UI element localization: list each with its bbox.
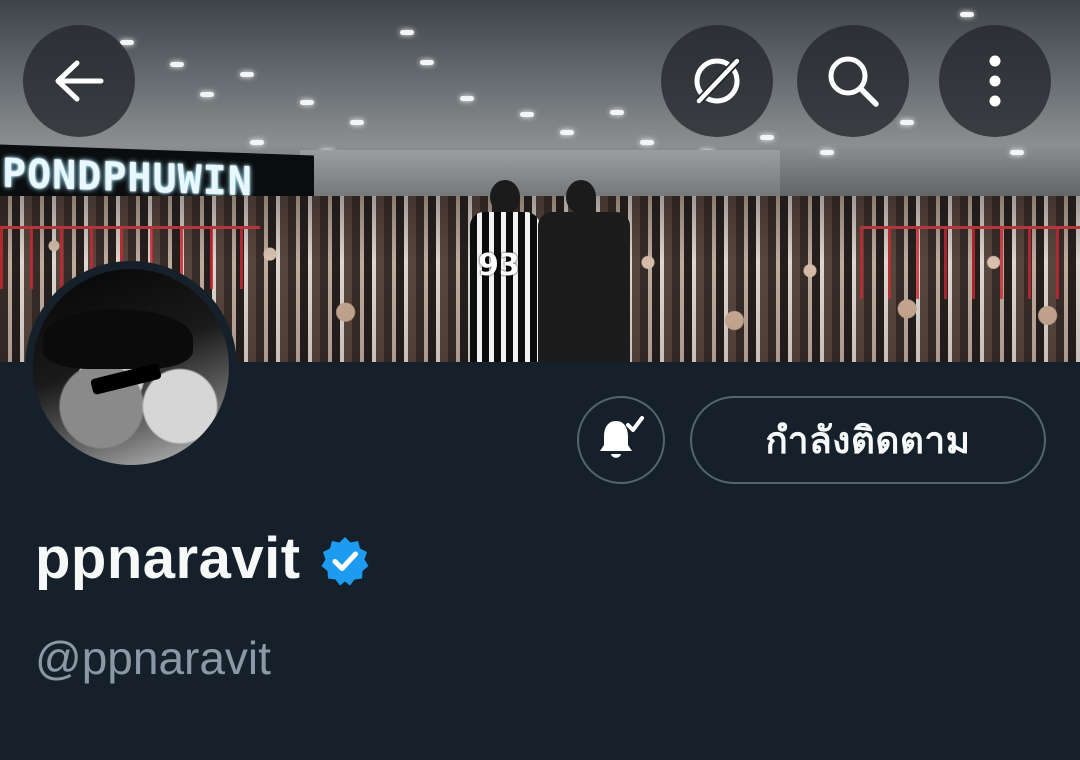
barrier-right xyxy=(860,226,1080,299)
more-vertical-icon xyxy=(988,53,1002,109)
user-handle: @ppnaravit xyxy=(35,632,271,684)
search-icon xyxy=(824,52,882,110)
performer-black xyxy=(538,180,630,362)
grok-button[interactable] xyxy=(661,25,773,137)
verified-badge-icon[interactable] xyxy=(301,531,371,587)
grok-icon xyxy=(687,51,747,111)
performer-striped: 93 xyxy=(470,180,540,362)
back-button[interactable] xyxy=(23,25,135,137)
avatar-image xyxy=(33,269,229,465)
arrow-left-icon xyxy=(53,59,105,103)
profile-screen: PONDPHUWIN 93 กำลังติดตาม ppnaravit @ppn… xyxy=(0,0,1080,760)
following-button[interactable]: กำลังติดตาม xyxy=(690,396,1046,484)
jersey-number: 93 xyxy=(478,248,520,283)
search-button[interactable] xyxy=(797,25,909,137)
bell-check-icon xyxy=(596,413,646,468)
display-name-row: ppnaravit xyxy=(35,522,371,596)
display-name: ppnaravit xyxy=(35,526,301,591)
notifications-button[interactable] xyxy=(577,396,665,484)
avatar[interactable] xyxy=(25,261,237,473)
more-options-button[interactable] xyxy=(939,25,1051,137)
